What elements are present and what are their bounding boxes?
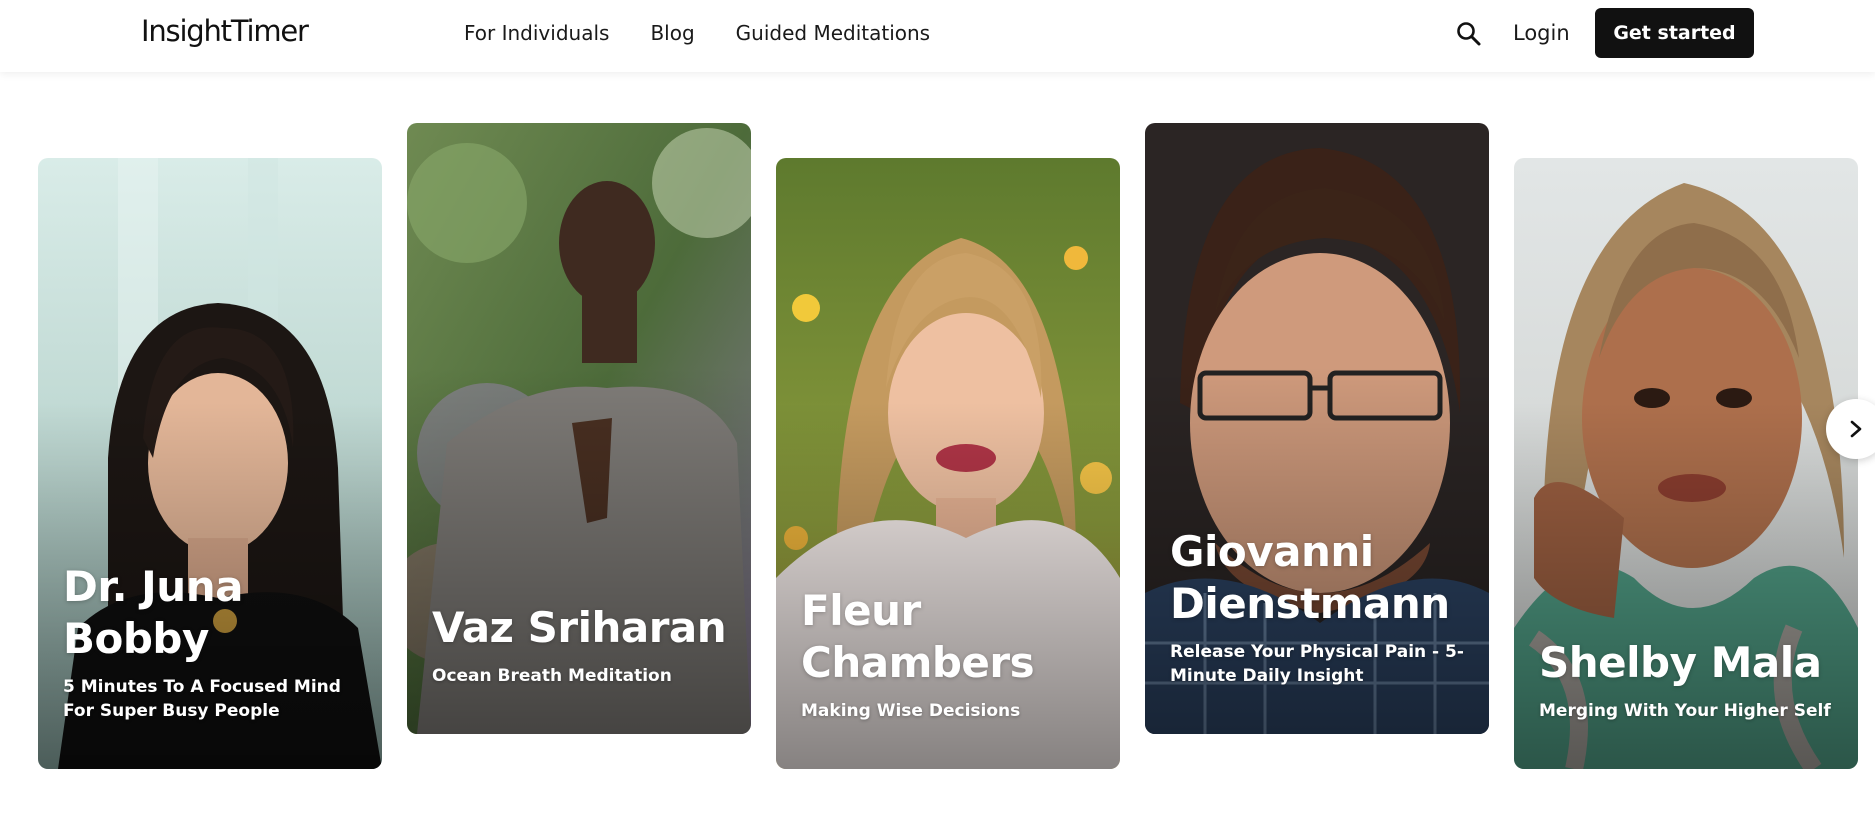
meditation-title: Making Wise Decisions bbox=[801, 701, 1021, 721]
teacher-name: Fleur Chambers bbox=[801, 586, 1035, 687]
teacher-card-shelby-mala[interactable]: Shelby Mala Merging With Your Higher Sel… bbox=[1514, 158, 1858, 769]
nav-guided-meditations[interactable]: Guided Meditations bbox=[736, 21, 930, 45]
card-text: Dr. Juna Bobby 5 Minutes To A Focused Mi… bbox=[63, 561, 366, 723]
teacher-card-juna-bobby[interactable]: Dr. Juna Bobby 5 Minutes To A Focused Mi… bbox=[38, 158, 382, 769]
meditation-title: Ocean Breath Meditation bbox=[432, 666, 672, 686]
teacher-name: Dr. Juna Bobby bbox=[63, 562, 243, 663]
get-started-button[interactable]: Get started bbox=[1595, 8, 1754, 58]
nav-for-individuals[interactable]: For Individuals bbox=[464, 21, 609, 45]
teacher-name: Shelby Mala bbox=[1539, 638, 1822, 687]
teacher-card-giovanni-dienstmann[interactable]: Giovanni Dienstmann Release Your Physica… bbox=[1145, 123, 1489, 734]
insight-timer-logo[interactable]: InsightTimer bbox=[141, 14, 309, 48]
teacher-card-fleur-chambers[interactable]: Fleur Chambers Making Wise Decisions bbox=[776, 158, 1120, 769]
search-icon[interactable] bbox=[1455, 20, 1483, 48]
meditation-title: Merging With Your Higher Self bbox=[1539, 701, 1831, 721]
teacher-card-vaz-sriharan[interactable]: Vaz Sriharan Ocean Breath Meditation bbox=[407, 123, 751, 734]
main-nav: For Individuals Blog Guided Meditations bbox=[464, 21, 930, 45]
card-text: Vaz Sriharan Ocean Breath Meditation bbox=[432, 602, 735, 688]
login-link[interactable]: Login bbox=[1513, 21, 1570, 45]
card-text: Shelby Mala Merging With Your Higher Sel… bbox=[1539, 637, 1842, 723]
teacher-name: Vaz Sriharan bbox=[432, 603, 727, 652]
card-text: Fleur Chambers Making Wise Decisions bbox=[801, 585, 1104, 723]
top-navigation: InsightTimer For Individuals Blog Guided… bbox=[0, 0, 1875, 72]
meditation-title: 5 Minutes To A Focused Mind For Super Bu… bbox=[63, 677, 341, 721]
teacher-name: Giovanni Dienstmann bbox=[1170, 527, 1450, 628]
meditation-title: Release Your Physical Pain - 5-Minute Da… bbox=[1170, 642, 1464, 686]
nav-blog[interactable]: Blog bbox=[650, 21, 694, 45]
card-text: Giovanni Dienstmann Release Your Physica… bbox=[1170, 526, 1473, 688]
